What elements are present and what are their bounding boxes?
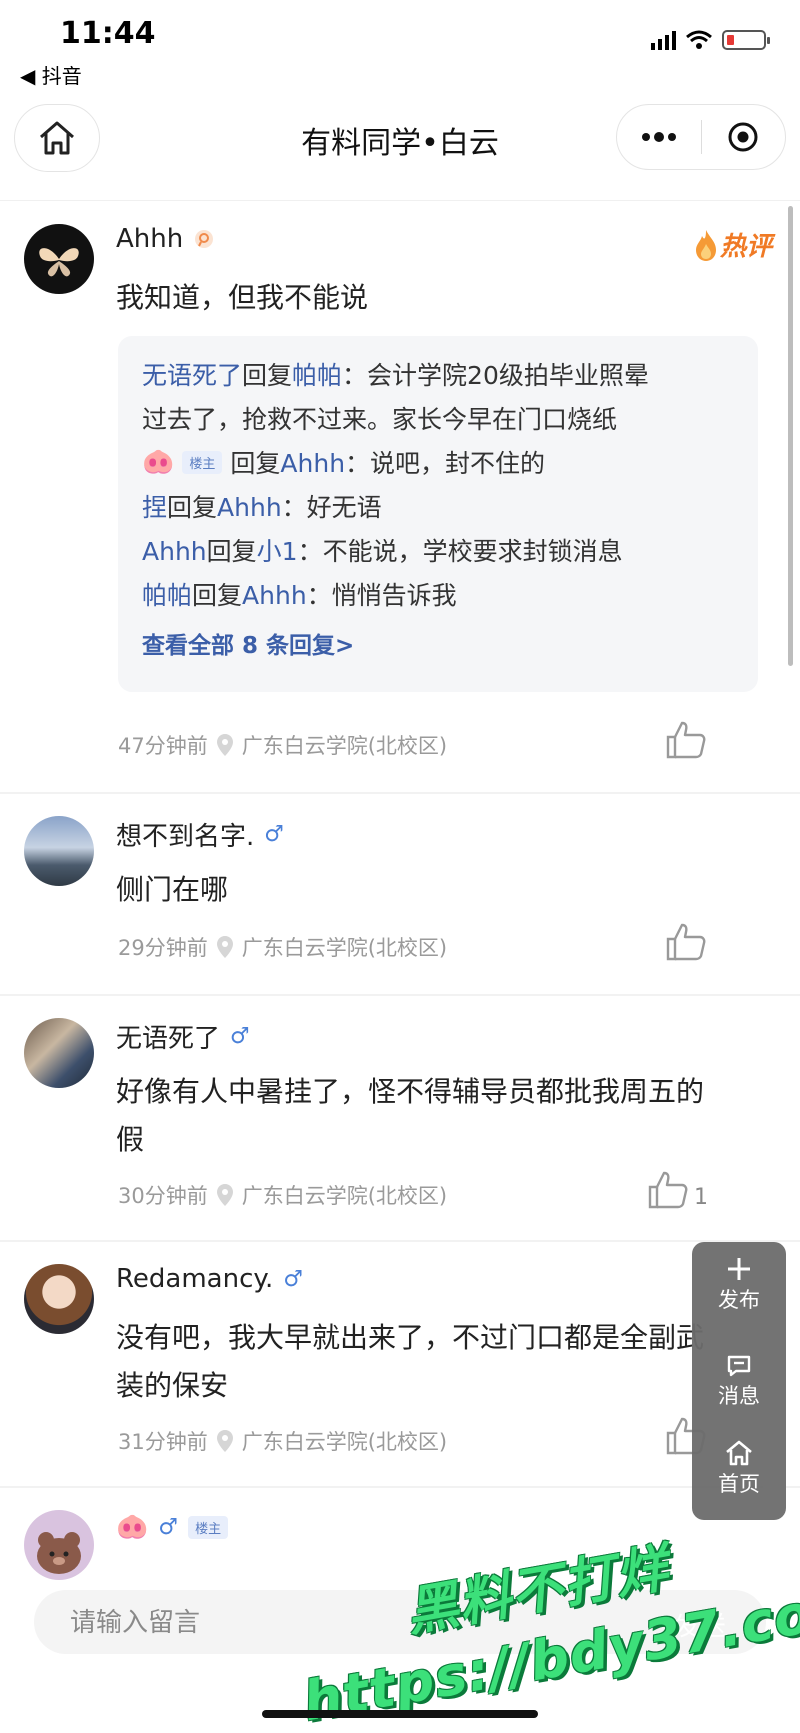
message-icon [727, 1355, 751, 1377]
comment-content: 没有吧，我大早就出来了，不过门口都是全副武 装的保安 [116, 1321, 705, 1402]
flame-icon [695, 229, 716, 261]
comment-content: 好像有人中暑挂了，怪不得辅导员都批我周五的 假 [116, 1075, 705, 1156]
avatar[interactable] [24, 816, 94, 886]
plus-icon [728, 1258, 750, 1280]
reply-box: 无语死了回复帕帕：会计学院20级拍毕业照晕 过去了，抢救不过来。家长今早在门口烧… [118, 336, 758, 692]
nav-divider [0, 200, 800, 201]
signal-icon [651, 30, 676, 50]
comment-username[interactable]: Ahhh [116, 224, 215, 254]
male-icon: ♂ [158, 1514, 179, 1540]
thumbs-up-icon [666, 923, 706, 961]
floating-menu: 发布 消息 首页 [692, 1242, 786, 1520]
like-button[interactable] [664, 922, 708, 966]
comment-meta: 47分钟前 广东白云学院(北校区) [118, 734, 448, 758]
avatar[interactable] [24, 224, 94, 294]
comment-content: 我知道，但我不能说 [116, 281, 369, 314]
mini-program-capsule [616, 104, 786, 170]
location-pin-icon [216, 936, 233, 958]
comment-divider [0, 1486, 800, 1488]
owner-tag: 楼主 [188, 1515, 229, 1539]
back-to-app-link[interactable]: ◀ 抖音 [20, 60, 82, 89]
pig-emoji-icon: 🐽 [116, 1512, 149, 1542]
reply-item[interactable]: 无语死了回复帕帕：会计学院20级拍毕业照晕 [142, 356, 649, 392]
scrollbar[interactable] [788, 206, 793, 666]
more-button[interactable] [617, 105, 701, 169]
battery-icon [722, 30, 770, 50]
comment-username[interactable]: 无语死了 ♂ [116, 1018, 250, 1055]
location-pin-icon [216, 1430, 233, 1452]
location-pin-icon [216, 1184, 233, 1206]
like-button[interactable] [664, 720, 708, 764]
messages-button[interactable]: 消息 [692, 1354, 786, 1410]
wifi-icon [686, 30, 712, 49]
home-icon [726, 1440, 752, 1466]
reply-item[interactable]: 捏回复Ahhh：好无语 [142, 488, 382, 524]
status-icons [651, 30, 770, 50]
location-pin-icon [216, 734, 233, 756]
comment-username[interactable]: 想不到名字. ♂ [116, 816, 284, 853]
butterfly-icon [39, 248, 79, 277]
comment-divider [0, 1240, 800, 1242]
thumbs-up-icon [648, 1171, 688, 1209]
owner-tag: 楼主 [182, 450, 223, 474]
comment-meta: 29分钟前 广东白云学院(北校区) [118, 936, 448, 960]
more-dots-icon [641, 132, 676, 142]
level-badge-icon [195, 230, 214, 248]
male-icon: ♂ [264, 822, 284, 847]
hot-comment-badge: 热评 [694, 226, 772, 263]
comment-username[interactable]: 🐽 ♂ 楼主 [116, 1512, 229, 1542]
thumbs-up-icon [666, 721, 706, 759]
home-nav-button[interactable]: 首页 [692, 1440, 786, 1498]
like-button[interactable]: 1 [646, 1170, 708, 1210]
publish-button[interactable]: 发布 [692, 1256, 786, 1314]
comment-content: 侧门在哪 [116, 873, 229, 906]
comment-meta: 30分钟前 广东白云学院(北校区) [118, 1184, 448, 1208]
like-count: 1 [694, 1185, 708, 1210]
target-circle-icon [728, 122, 758, 152]
reply-item[interactable]: 帕帕回复Ahhh：悄悄告诉我 [142, 576, 457, 612]
reply-item-continued: 过去了，抢救不过来。家长今早在门口烧纸 [142, 405, 618, 434]
home-indicator [262, 1710, 538, 1718]
bear-icon [37, 1532, 81, 1574]
avatar[interactable] [24, 1510, 94, 1580]
avatar[interactable] [24, 1264, 94, 1334]
male-icon: ♂ [283, 1266, 304, 1292]
comment-username[interactable]: Redamancy. ♂ [116, 1264, 303, 1294]
status-time: 11:44 [60, 16, 156, 51]
view-all-replies-link[interactable]: 查看全部 8 条回复> [142, 626, 354, 660]
pig-emoji-icon: 🐽 [142, 447, 175, 477]
male-icon: ♂ [230, 1024, 250, 1049]
comment-divider [0, 994, 800, 996]
comment-meta: 31分钟前 广东白云学院(北校区) [118, 1430, 448, 1454]
reply-item[interactable]: Ahhh回复小1：不能说，学校要求封锁消息 [142, 532, 623, 568]
reply-item[interactable]: 🐽 楼主 回复Ahhh：说吧，封不住的 [142, 444, 545, 480]
avatar[interactable] [24, 1018, 94, 1088]
comment-divider [0, 792, 800, 794]
close-mini-program-button[interactable] [702, 105, 786, 169]
